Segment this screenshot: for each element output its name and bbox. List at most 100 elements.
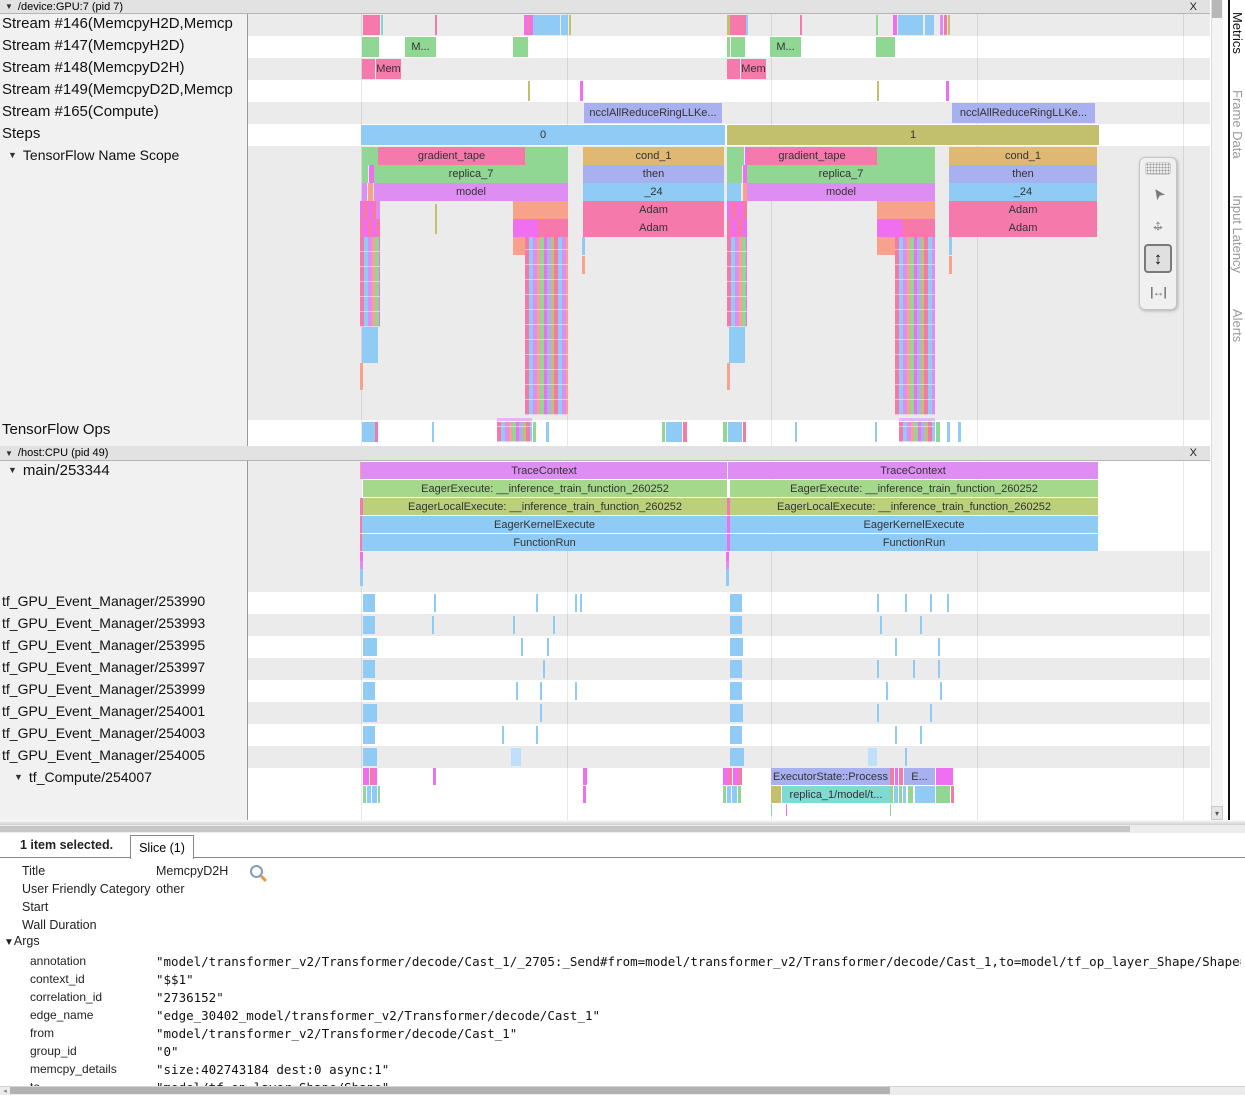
- trace-event[interactable]: replica_1/model/t...: [782, 786, 890, 803]
- trace-event[interactable]: [905, 594, 907, 612]
- trace-event[interactable]: Mem: [376, 59, 401, 79]
- trace-event[interactable]: [543, 660, 545, 678]
- trace-event[interactable]: _24: [949, 183, 1097, 201]
- trace-event[interactable]: [913, 660, 915, 678]
- trace-event[interactable]: [502, 726, 504, 744]
- trace-event[interactable]: [730, 726, 742, 744]
- trace-event[interactable]: EagerExecute: __inference_train_function…: [730, 480, 1098, 497]
- trace-event[interactable]: [920, 616, 922, 634]
- trace-event[interactable]: [513, 201, 568, 219]
- trace-event[interactable]: [547, 638, 549, 656]
- trace-event[interactable]: Adam: [949, 219, 1097, 237]
- trace-event[interactable]: [877, 201, 935, 219]
- trace-event[interactable]: [376, 201, 380, 219]
- trace-event[interactable]: [903, 786, 906, 803]
- trace-event[interactable]: Mem: [741, 59, 766, 79]
- trace-event[interactable]: [951, 786, 954, 803]
- trace-event[interactable]: [771, 804, 772, 816]
- zoom-tool-button[interactable]: ↕: [1144, 244, 1172, 273]
- trace-event[interactable]: [899, 422, 935, 442]
- trace-event[interactable]: [362, 183, 367, 201]
- trace-event[interactable]: [513, 37, 528, 57]
- trace-event[interactable]: [890, 768, 894, 785]
- trace-event[interactable]: [940, 15, 943, 35]
- trace-event[interactable]: [905, 748, 907, 766]
- trace-event[interactable]: E...: [904, 768, 935, 785]
- collapse-arrow-icon[interactable]: ▼: [8, 465, 17, 475]
- trace-event[interactable]: [936, 768, 953, 785]
- side-tab-input-latency[interactable]: Input Latency: [1230, 195, 1245, 273]
- trace-event[interactable]: [583, 786, 586, 803]
- trace-event[interactable]: EagerKernelExecute: [362, 516, 727, 533]
- trace-event[interactable]: [729, 327, 745, 363]
- trace-event[interactable]: [561, 15, 568, 35]
- trace-event[interactable]: [895, 768, 898, 785]
- trace-event[interactable]: FunctionRun: [362, 534, 727, 551]
- trace-event[interactable]: [727, 237, 747, 327]
- trace-event[interactable]: [363, 15, 380, 35]
- trace-event[interactable]: [875, 422, 877, 442]
- trace-event[interactable]: [940, 682, 942, 700]
- trace-event[interactable]: [363, 768, 369, 785]
- trace-event[interactable]: [683, 422, 687, 442]
- trace-event[interactable]: [723, 422, 727, 442]
- trace-event[interactable]: gradient_tape: [378, 147, 525, 165]
- trace-event[interactable]: [374, 768, 377, 785]
- trace-event[interactable]: [771, 786, 781, 803]
- trace-event[interactable]: [528, 81, 530, 101]
- trace-event[interactable]: [795, 422, 797, 442]
- magnifier-icon[interactable]: [250, 865, 263, 878]
- trace-event[interactable]: [575, 682, 577, 700]
- timing-tool-button[interactable]: |↔|: [1145, 278, 1171, 305]
- selection-tool-button[interactable]: ➤: [1145, 180, 1171, 207]
- trace-event[interactable]: [938, 638, 940, 656]
- trace-event[interactable]: [727, 363, 730, 390]
- trace-event[interactable]: [362, 147, 378, 165]
- trace-event[interactable]: [381, 15, 383, 35]
- side-tab-frame-data[interactable]: Frame Data: [1230, 90, 1245, 159]
- trace-event[interactable]: [727, 165, 742, 183]
- trace-event[interactable]: [877, 704, 879, 722]
- trace-event[interactable]: [949, 256, 952, 274]
- trace-event[interactable]: [925, 15, 934, 35]
- collapse-arrow-icon[interactable]: ▼: [14, 772, 23, 782]
- trace-event[interactable]: [742, 219, 747, 237]
- trace-event[interactable]: [732, 786, 737, 803]
- trace-event[interactable]: [360, 237, 380, 327]
- vertical-scrollbar[interactable]: [1211, 0, 1223, 820]
- pan-tool-button[interactable]: ↔↕: [1145, 212, 1171, 239]
- trace-event[interactable]: [662, 422, 665, 442]
- args-section-header[interactable]: ▼Args: [4, 934, 40, 948]
- trace-event[interactable]: [582, 256, 585, 274]
- collapse-arrow-icon[interactable]: ▼: [8, 150, 17, 160]
- close-icon[interactable]: X: [1190, 447, 1197, 459]
- trace-event[interactable]: [876, 37, 895, 57]
- timeline-tool-palette[interactable]: ➤ ↔↕ ↕ |↔|: [1139, 157, 1177, 310]
- trace-event[interactable]: [899, 786, 902, 803]
- trace-event[interactable]: [360, 569, 363, 586]
- trace-event[interactable]: [378, 786, 380, 803]
- trace-event[interactable]: EagerExecute: __inference_train_function…: [363, 480, 727, 497]
- trace-event[interactable]: [533, 15, 560, 35]
- collapse-arrow-icon[interactable]: ▼: [5, 449, 13, 458]
- trace-event[interactable]: [497, 418, 532, 421]
- trace-event[interactable]: [536, 726, 538, 744]
- trace-event[interactable]: [730, 748, 744, 766]
- trace-event[interactable]: model: [747, 183, 935, 201]
- trace-event[interactable]: [360, 552, 363, 561]
- trace-event[interactable]: [948, 15, 950, 35]
- trace-event[interactable]: ExecutorState::Process: [771, 768, 890, 785]
- trace-event[interactable]: [877, 594, 879, 612]
- bottom-horizontal-scrollbar-thumb[interactable]: [10, 1087, 890, 1094]
- trace-event[interactable]: _24: [583, 183, 724, 201]
- trace-event[interactable]: [666, 422, 682, 442]
- trace-event[interactable]: Adam: [583, 201, 724, 219]
- trace-event[interactable]: Adam: [949, 201, 1097, 219]
- trace-event[interactable]: [727, 786, 731, 803]
- trace-event[interactable]: [727, 147, 744, 165]
- trace-event[interactable]: ncclAllReduceRingLLKe...: [952, 103, 1095, 123]
- trace-event[interactable]: [730, 594, 742, 612]
- trace-event[interactable]: [533, 422, 536, 442]
- trace-event[interactable]: [895, 726, 897, 744]
- trace-event[interactable]: 1: [727, 125, 1099, 145]
